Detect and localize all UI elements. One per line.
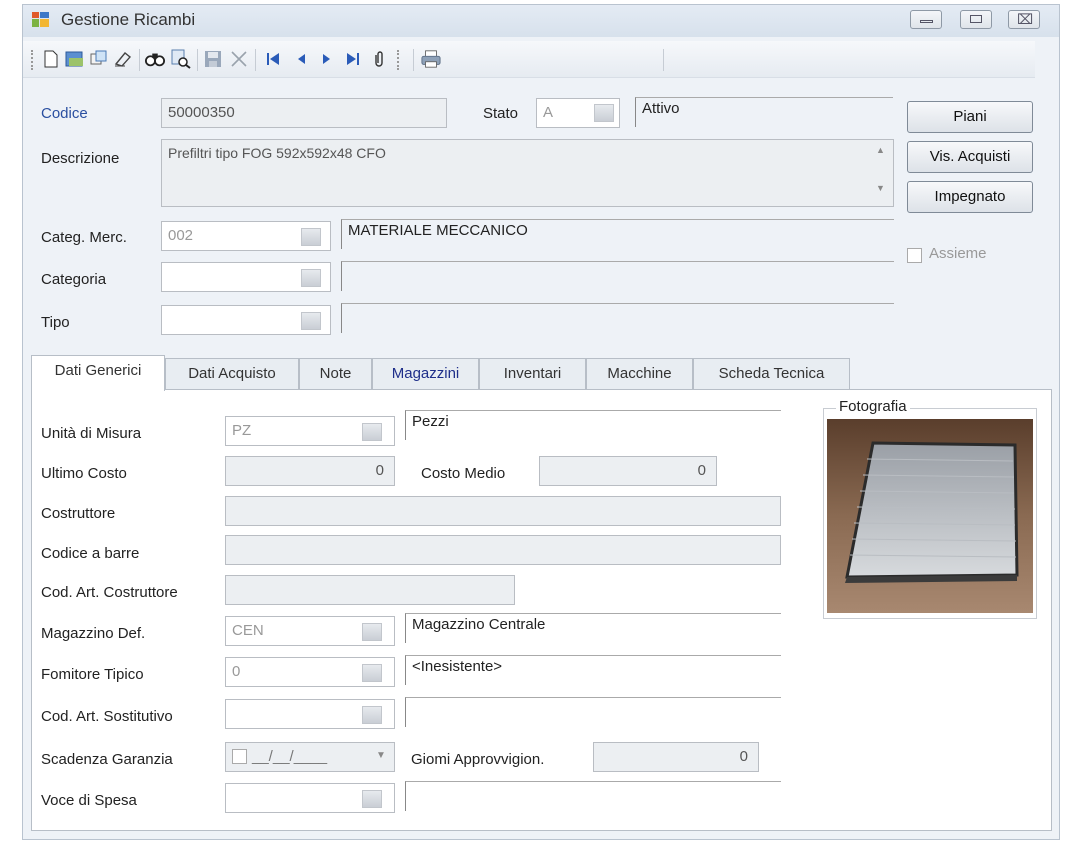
last-record-icon[interactable] [343,49,363,69]
app-icon [32,12,49,27]
next-record-icon[interactable] [317,49,337,69]
assieme-checkbox[interactable] [907,248,922,263]
costruttore-label: Costruttore [41,505,116,522]
find-icon[interactable] [145,49,165,69]
piani-button[interactable]: Piani [907,101,1033,133]
open-icon[interactable] [65,49,85,69]
costo-medio-label: Costo Medio [421,465,506,482]
vis-acquisti-button[interactable]: Vis. Acquisti [907,141,1033,173]
categ-merc-description: MATERIALE MECCANICO [341,219,894,249]
scadenza-garanzia-checkbox[interactable] [232,749,247,764]
categoria-label: Categoria [41,271,107,288]
assieme-label: Assieme [929,245,987,262]
cod-art-sostitutivo-label: Cod. Art. Sostitutivo [41,708,173,725]
toolbar-separator [139,49,140,71]
stato-description: Attivo [635,97,893,127]
cod-art-costruttore-label: Cod. Art. Costruttore [41,584,178,601]
toolbar [23,41,1035,78]
tipo-label: Tipo [41,314,70,331]
stato-lookup-button[interactable] [594,104,614,122]
toolbar-grip[interactable] [397,50,401,70]
tab-note[interactable]: Note [299,358,372,390]
fotografia-label: Fotografia [836,398,910,415]
codice-barre-label: Codice a barre [41,545,140,562]
unita-misura-description: Pezzi [405,410,781,440]
giorni-approvvigion-field[interactable]: 0 [593,742,759,772]
voce-spesa-label: Voce di Spesa [41,792,137,809]
stato-label: Stato [483,105,519,122]
tab-magazzini[interactable]: Magazzini [372,358,479,390]
tab-inventari[interactable]: Inventari [479,358,586,390]
giorni-approvvigion-label: Giomi Approvvigion. [411,751,545,768]
impegnato-button[interactable]: Impegnato [907,181,1033,213]
first-record-icon[interactable] [263,49,283,69]
eraser-icon[interactable] [113,49,133,69]
save-icon[interactable] [203,49,223,69]
magazzino-def-lookup-button[interactable] [362,623,382,641]
scadenza-garanzia-datepicker[interactable]: __/__/____ ▼ [225,742,395,772]
tipo-lookup-button[interactable] [301,312,321,330]
maximize-icon [970,15,982,23]
categoria-description [341,261,894,291]
fornitore-tipico-description: <Inesistente> [405,655,781,685]
toolbar-separator [663,49,664,71]
tab-dati-generici[interactable]: Dati Generici [31,355,165,391]
close-icon: ⌧ [1017,11,1034,27]
copy-icon[interactable] [89,49,109,69]
categ-merc-label: Categ. Merc. [41,229,127,246]
voce-spesa-lookup-button[interactable] [362,790,382,808]
codice-label: Codice [41,105,88,122]
tab-scheda-tecnica[interactable]: Scheda Tecnica [693,358,850,390]
scroll-up-icon[interactable]: ▲ [876,145,885,155]
costruttore-field[interactable] [225,496,781,526]
window-title: Gestione Ricambi [61,10,196,29]
cod-art-sostitutivo-lookup-button[interactable] [362,706,382,724]
print-icon[interactable] [421,49,441,69]
toolbar-separator [255,49,256,71]
magazzino-def-description: Magazzino Centrale [405,613,781,643]
ultimo-costo-label: Ultimo Costo [41,465,127,482]
cod-art-costruttore-field[interactable] [225,575,515,605]
categoria-lookup-button[interactable] [301,269,321,287]
cod-art-sostitutivo-description [405,697,781,727]
voce-spesa-description [405,781,781,811]
categ-merc-lookup-button[interactable] [301,228,321,246]
scroll-down-icon[interactable]: ▼ [876,183,885,193]
toolbar-separator [413,49,414,71]
minimize-icon [920,20,933,23]
find-next-icon[interactable] [171,49,191,69]
scadenza-garanzia-label: Scadenza Garanzia [41,751,173,768]
unita-misura-lookup-button[interactable] [362,423,382,441]
ultimo-costo-field[interactable]: 0 [225,456,395,486]
close-button[interactable]: ⌧ [1008,10,1040,29]
fornitore-tipico-label: Fomitore Tipico [41,666,144,683]
fornitore-tipico-lookup-button[interactable] [362,664,382,682]
magazzino-def-label: Magazzino Def. [41,625,146,642]
tab-macchine[interactable]: Macchine [586,358,693,390]
toolbar-grip[interactable] [31,50,35,70]
previous-record-icon[interactable] [291,49,311,69]
descrizione-textarea[interactable]: Prefiltri tipo FOG 592x592x48 CFO [161,139,894,207]
toolbar-separator [197,49,198,71]
main-window: Gestione Ricambi ⌧ Codice 50000350 Stato… [22,4,1060,840]
new-document-icon[interactable] [41,49,61,69]
costo-medio-field[interactable]: 0 [539,456,717,486]
attachment-icon[interactable] [369,49,389,69]
tab-dati-acquisto[interactable]: Dati Acquisto [165,358,299,390]
title-bar: Gestione Ricambi ⌧ [23,5,1059,37]
unita-misura-label: Unità di Misura [41,425,142,442]
product-photo[interactable] [827,419,1033,613]
minimize-button[interactable] [910,10,942,29]
maximize-button[interactable] [960,10,992,29]
tipo-description [341,303,894,333]
scadenza-garanzia-value: __/__/____ [252,748,328,765]
chevron-down-icon[interactable]: ▼ [376,750,386,761]
codice-barre-field[interactable] [225,535,781,565]
delete-icon[interactable] [229,49,249,69]
descrizione-label: Descrizione [41,150,120,167]
codice-field[interactable]: 50000350 [161,98,447,128]
